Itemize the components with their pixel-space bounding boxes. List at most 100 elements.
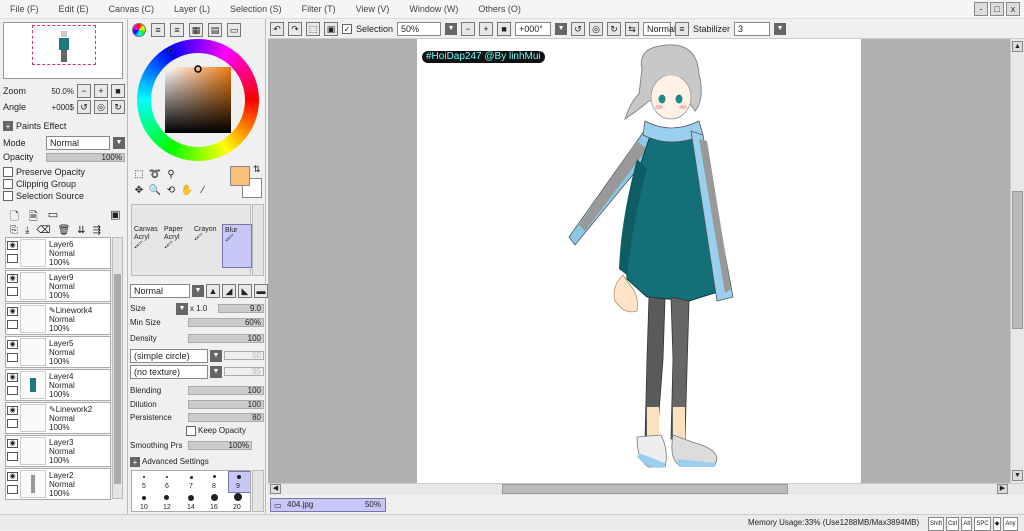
brush-shape-select[interactable]: (simple circle) — [130, 348, 208, 363]
brush-shape-dropdown-icon[interactable]: ▼ — [210, 349, 222, 362]
selection-source-checkbox[interactable] — [3, 191, 13, 201]
hsv-slider-tab-icon[interactable]: ≡ — [170, 23, 184, 37]
brush-mode-dropdown-icon[interactable]: ▼ — [192, 284, 204, 297]
deselect-icon[interactable]: ⬚ — [306, 21, 320, 36]
preserve-opacity-checkbox[interactable] — [3, 167, 13, 177]
minimize-button[interactable]: - — [974, 2, 988, 16]
rect-select-icon[interactable]: ⬚ — [132, 168, 146, 182]
brush-preset-dot[interactable] — [211, 494, 218, 501]
layer-lock-box[interactable] — [7, 386, 18, 395]
expand-plus-icon[interactable]: + — [3, 121, 13, 131]
invert-selection-icon[interactable]: ▣ — [324, 21, 338, 36]
eyedropper-icon[interactable]: ⁄ — [196, 184, 210, 198]
selection-checkbox[interactable]: ✓ — [342, 23, 352, 34]
eye-icon[interactable]: ◉ — [7, 439, 18, 448]
swap-colors-icon[interactable]: ⇅ — [253, 164, 261, 175]
layer-lock-box[interactable] — [7, 485, 18, 494]
eye-icon[interactable]: ◉ — [7, 373, 18, 382]
brush-preset-dot[interactable] — [213, 475, 216, 478]
angle-field[interactable]: +000° — [515, 21, 552, 36]
magic-wand-icon[interactable]: ⚲ — [164, 168, 178, 182]
layer-row[interactable]: ◉ Layer6 Normal 100% — [5, 237, 111, 269]
brush-preset-scrollbar[interactable] — [252, 470, 264, 512]
clipping-group-checkbox[interactable] — [3, 179, 13, 189]
layer-lock-box[interactable] — [7, 419, 18, 428]
zoom-out-icon[interactable]: − — [461, 21, 476, 36]
merge-visible-icon[interactable]: ⇶ — [93, 225, 101, 236]
layer-lock-box[interactable] — [7, 320, 18, 329]
rgb-slider-tab-icon[interactable]: ≡ — [151, 23, 165, 37]
size-slider[interactable]: 9.0 — [218, 304, 264, 313]
brush-preset-dot[interactable] — [234, 493, 242, 501]
layer-row[interactable]: ◉ Layer5 Normal 100% — [5, 336, 111, 368]
canvas-horizontal-scrollbar[interactable]: ◀ ▶ — [268, 483, 1024, 495]
scroll-left-icon[interactable]: ◀ — [270, 484, 281, 494]
scroll-down-icon[interactable]: ▼ — [1012, 470, 1023, 481]
zoom-tool-icon[interactable]: 🔍 — [148, 184, 162, 198]
texture-strength-slider[interactable]: 95 — [224, 367, 264, 376]
tool-canvas-acryl[interactable]: Canvas Acryl 🖌 — [132, 224, 162, 268]
brush-texture-dropdown-icon[interactable]: ▼ — [210, 365, 222, 378]
menu-window[interactable]: Window (W) — [399, 0, 468, 19]
color-wheel-tab-icon[interactable] — [132, 23, 146, 37]
stabilizer-dropdown-icon[interactable]: ▼ — [774, 22, 787, 35]
nav-zoom-out-icon[interactable]: − — [77, 84, 91, 98]
brush-preset-dot[interactable] — [190, 476, 193, 479]
tip-medium-icon[interactable]: ◢ — [222, 283, 236, 298]
layer-row[interactable]: ◉ ✎Linework2 Normal 100% — [5, 402, 111, 434]
layer-lock-box[interactable] — [7, 254, 18, 263]
nav-rotate-right-icon[interactable]: ↻ — [111, 100, 125, 114]
menu-canvas[interactable]: Canvas (C) — [99, 0, 165, 19]
scroll-right-icon[interactable]: ▶ — [997, 484, 1008, 494]
menu-filter[interactable]: Filter (T) — [292, 0, 346, 19]
flip-icon[interactable]: ⇆ — [625, 21, 640, 36]
rotate-reset-icon[interactable]: ◎ — [589, 21, 604, 36]
zoom-field[interactable]: 50% — [397, 21, 442, 36]
blend-options-icon[interactable]: ≡ — [675, 21, 690, 36]
expand-plus-icon[interactable]: + — [130, 456, 140, 467]
layer-row[interactable]: ◉ Layer9 Normal 100% — [5, 270, 111, 302]
brush-preset-dot[interactable] — [164, 495, 169, 500]
layer-menu-icon[interactable]: ▣ — [110, 208, 120, 227]
color-mixer-tab-icon[interactable]: ▦ — [189, 23, 203, 37]
rotate-left-icon[interactable]: ↺ — [571, 21, 586, 36]
menu-file[interactable]: File (F) — [0, 0, 49, 19]
color-wheel[interactable] — [137, 39, 259, 161]
scroll-up-icon[interactable]: ▲ — [1012, 41, 1023, 52]
maximize-button[interactable]: □ — [990, 2, 1004, 16]
size-mult-dropdown-icon[interactable]: ▼ — [176, 302, 188, 315]
layer-lock-box[interactable] — [7, 353, 18, 362]
layer-lock-box[interactable] — [7, 287, 18, 296]
density-slider[interactable]: 100 — [188, 334, 264, 343]
brush-preset-dot[interactable] — [237, 475, 241, 479]
nav-rotate-left-icon[interactable]: ↺ — [77, 100, 91, 114]
layer-mode-dropdown-icon[interactable]: ▼ — [113, 137, 125, 149]
rotate-tool-icon[interactable]: ⟲ — [164, 184, 178, 198]
horizontal-scroll-thumb[interactable] — [502, 484, 788, 494]
layer-list-scrollbar[interactable] — [112, 237, 123, 499]
eye-icon[interactable]: ◉ — [7, 274, 18, 283]
vertical-scroll-thumb[interactable] — [1012, 191, 1023, 329]
redo-icon[interactable]: ↷ — [288, 21, 302, 36]
eye-icon[interactable]: ◉ — [7, 241, 18, 250]
zoom-in-icon[interactable]: + — [479, 21, 494, 36]
menu-others[interactable]: Others (O) — [468, 0, 531, 19]
eye-icon[interactable]: ◉ — [7, 406, 18, 415]
tip-sharp-icon[interactable]: ▲ — [206, 283, 220, 298]
zoom-dropdown-icon[interactable]: ▼ — [445, 22, 458, 35]
eye-icon[interactable]: ◉ — [7, 472, 18, 481]
layer-row[interactable]: ◉ ✎Linework4 Normal 100% — [5, 303, 111, 335]
tool-paper-acryl[interactable]: Paper Acryl 🖌 — [162, 224, 192, 268]
layer-opacity-slider[interactable]: 100% — [46, 152, 125, 162]
nav-zoom-in-icon[interactable]: + — [94, 84, 108, 98]
blend-mode-field[interactable]: Normal — [643, 21, 676, 36]
tip-soft-icon[interactable]: ◣ — [238, 283, 252, 298]
menu-edit[interactable]: Edit (E) — [49, 0, 99, 19]
lasso-icon[interactable]: ➰ — [148, 168, 162, 182]
menu-view[interactable]: View (V) — [346, 0, 400, 19]
foreground-color-fill[interactable] — [230, 166, 250, 186]
zoom-fit-icon[interactable]: ■ — [497, 21, 512, 36]
canvas-paper[interactable]: #HoiDap247 @By linhMui — [417, 39, 861, 483]
tip-flat-icon[interactable]: ▬ — [254, 283, 268, 298]
delete-layer-icon[interactable]: 🗑 — [58, 225, 71, 236]
